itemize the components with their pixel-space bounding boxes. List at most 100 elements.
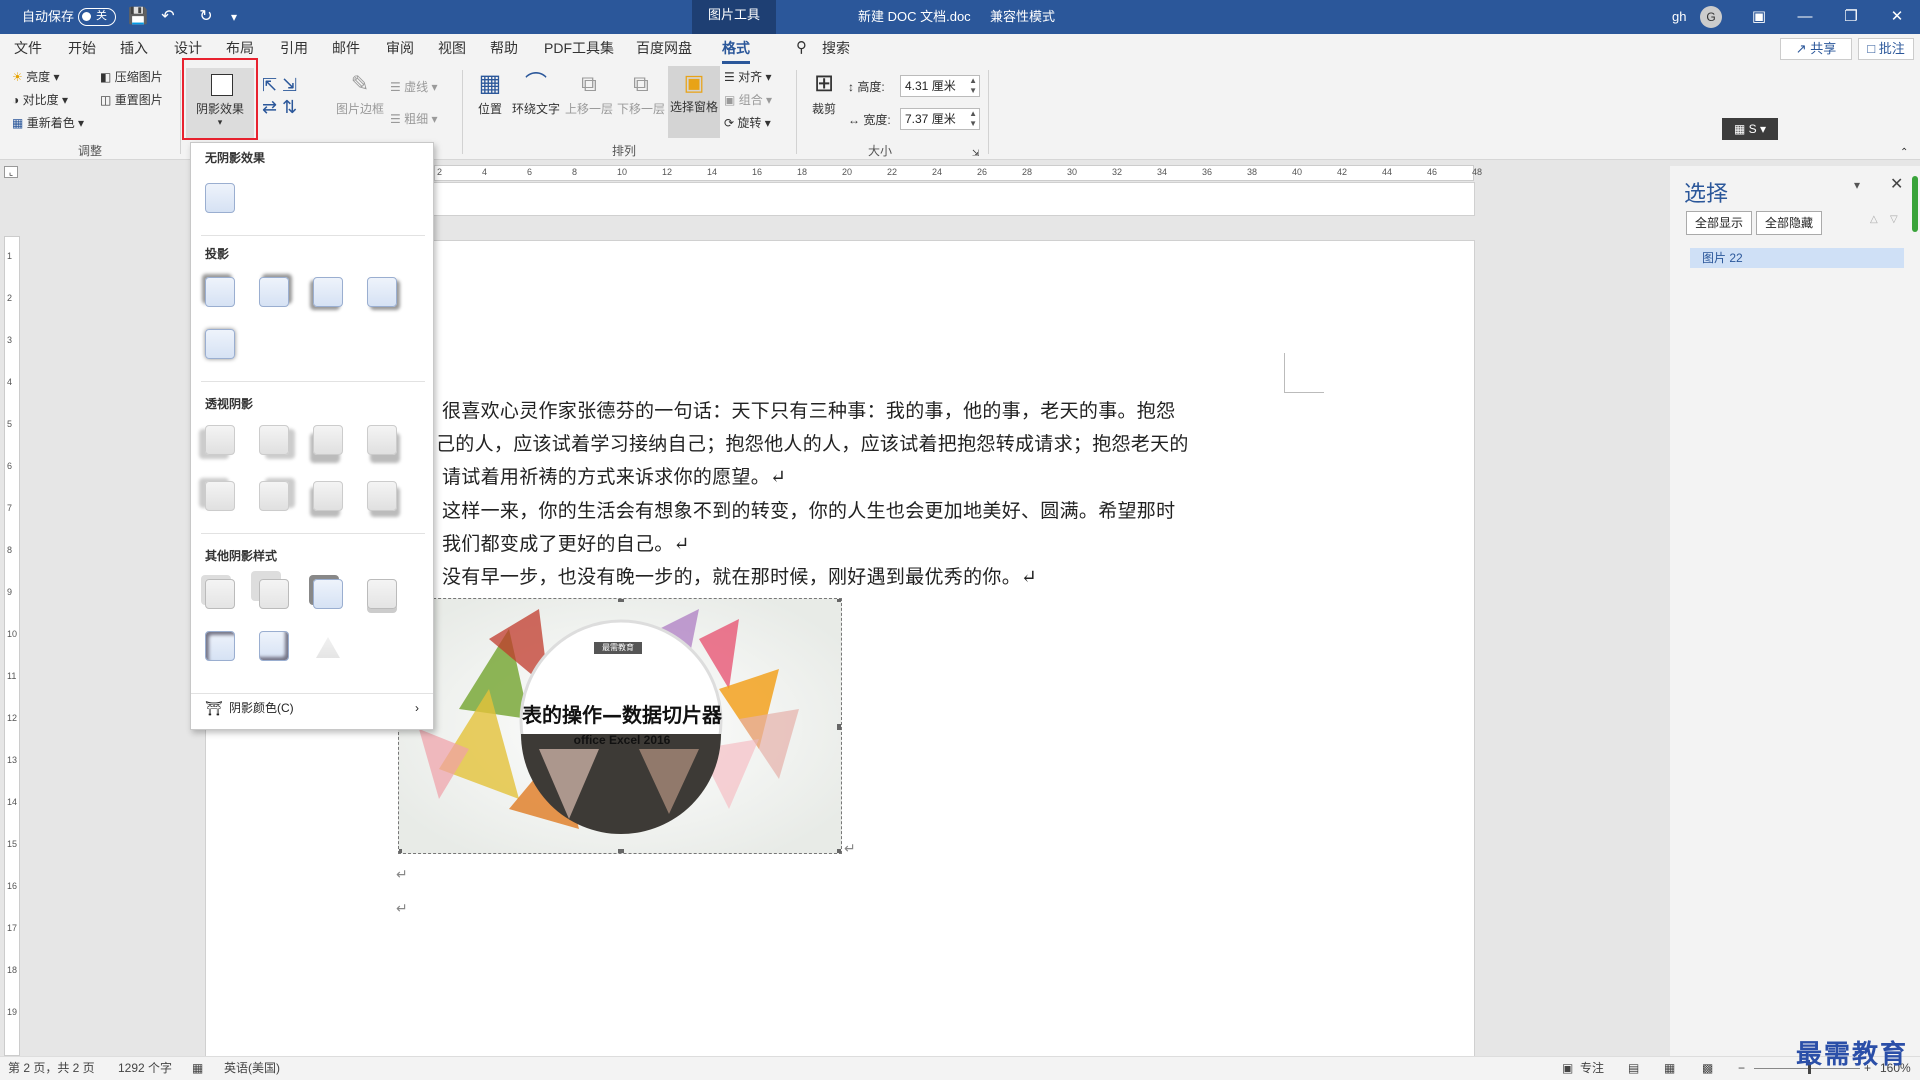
tab-pdf-tools[interactable]: PDF工具集 (544, 34, 614, 64)
width-spinner[interactable]: ▲ ▼ (969, 109, 977, 129)
perspective-shadow-option[interactable] (259, 481, 289, 511)
resize-handle[interactable] (399, 849, 402, 853)
tab-view[interactable]: 视图 (438, 34, 466, 64)
shadow-color-menu-item[interactable]: ⛩ 阴影颜色(C) › (191, 693, 433, 721)
tab-format[interactable]: 格式 (722, 34, 750, 64)
print-layout-icon[interactable]: ▦ (1664, 1057, 1675, 1080)
read-mode-icon[interactable]: ▤ (1628, 1057, 1639, 1080)
search-icon[interactable]: ⚲ (796, 34, 807, 64)
proofing-icon[interactable]: ▦ (192, 1057, 203, 1080)
rotate-button[interactable]: ⟳ 旋转 ▾ (724, 114, 771, 132)
scrollbar-thumb[interactable] (1912, 176, 1918, 232)
tab-selector[interactable]: ⌞ (4, 166, 18, 178)
tab-review[interactable]: 审阅 (386, 34, 414, 64)
paragraph-line[interactable]: 我们都变成了更好的自己。↵ (442, 529, 690, 556)
collapse-ribbon-icon[interactable]: ⌃ (1900, 144, 1908, 162)
height-input[interactable]: 4.31 厘米 ▲ ▼ (900, 75, 980, 97)
drop-shadow-option[interactable] (367, 277, 397, 307)
weight-button[interactable]: ☰ 粗细 ▾ (390, 110, 437, 128)
no-shadow-option[interactable] (205, 183, 235, 213)
save-icon[interactable]: 💾 (128, 7, 148, 27)
send-backward-button[interactable]: ⧉ 下移一层 (616, 68, 666, 117)
autosave-toggle[interactable]: 关 (78, 8, 116, 26)
redo-icon[interactable]: ↻ (196, 7, 216, 27)
search-label[interactable]: 搜索 (822, 34, 850, 64)
other-shadow-option[interactable] (259, 631, 289, 661)
paragraph-line[interactable]: 这样一来，你的生活会有想象不到的转变，你的人生也会更加地美好、圆满。希望那时 (442, 496, 1175, 523)
picture-border-button[interactable]: ✎ 图片边框 (334, 68, 386, 117)
perspective-shadow-option[interactable] (313, 481, 343, 511)
share-button[interactable]: ↗ 共享 (1780, 38, 1852, 60)
selection-pane-item[interactable]: 图片 22 (1690, 248, 1904, 268)
tab-help[interactable]: 帮助 (490, 34, 518, 64)
other-shadow-option[interactable] (313, 579, 343, 609)
other-shadow-option[interactable] (259, 579, 289, 609)
zoom-out-icon[interactable]: − (1738, 1057, 1745, 1080)
brightness-button[interactable]: ☀ 亮度 ▾ (12, 68, 59, 86)
addin-icon[interactable]: ▦ S ▾ (1722, 118, 1778, 140)
word-count[interactable]: 1292 个字 (118, 1057, 172, 1080)
user-name[interactable]: gh (1672, 0, 1686, 34)
width-input[interactable]: 7.37 厘米 ▲ ▼ (900, 108, 980, 130)
comment-button[interactable]: □ 批注 (1858, 38, 1914, 60)
undo-icon[interactable]: ↶ (158, 7, 178, 27)
avatar[interactable]: G (1700, 6, 1722, 28)
ribbon-display-icon[interactable]: ▣ (1736, 0, 1782, 34)
other-shadow-option[interactable] (205, 579, 235, 609)
selected-picture[interactable]: 最需教育 表的操作—数据切片器 office Excel 2016 (398, 598, 842, 854)
resize-handle[interactable] (837, 849, 841, 853)
perspective-shadow-option[interactable] (205, 481, 235, 511)
wrap-text-button[interactable]: ⌒ 环绕文字 (510, 68, 562, 117)
horizontal-ruler[interactable]: 2 4 6 8 10 12 14 16 18 20 22 24 26 28 30 32 34 36 38 40 42 44… (434, 165, 1482, 181)
perspective-shadow-option[interactable] (205, 425, 235, 455)
close-icon[interactable]: ✕ (1874, 0, 1920, 34)
contrast-button[interactable]: ◑ 对比度 ▾ (12, 91, 68, 109)
language[interactable]: 英语(美国) (224, 1057, 280, 1080)
group-button[interactable]: ▣ 组合 ▾ (724, 91, 772, 109)
hide-all-button[interactable]: 全部隐藏 (1756, 211, 1822, 235)
paragraph-line[interactable]: 请试着用祈祷的方式来诉求你的愿望。↵ (442, 462, 786, 489)
tab-mailings[interactable]: 邮件 (332, 34, 360, 64)
perspective-shadow-option[interactable] (259, 425, 289, 455)
perspective-shadow-option[interactable] (367, 481, 397, 511)
compress-picture-button[interactable]: ◧ 压缩图片 (100, 68, 163, 86)
paragraph-line[interactable]: 很喜欢心灵作家张德芬的一句话：天下只有三种事：我的事，他的事，老天的事。抱怨 (442, 396, 1175, 423)
customize-qat-icon[interactable]: ▾ (224, 7, 244, 27)
paragraph-line[interactable]: 己的人，应该试着学习接纳自己；抱怨他人的人，应该试着把抱怨转成请求；抱怨老天的 (436, 429, 1189, 456)
dashes-button[interactable]: ☰ 虚线 ▾ (390, 78, 437, 96)
perspective-shadow-option[interactable] (313, 425, 343, 455)
resize-handle[interactable] (618, 599, 624, 602)
other-shadow-option[interactable] (367, 579, 397, 609)
vertical-ruler[interactable]: 1 2 3 4 5 6 7 8 9 10 11 12 13 14 15 16 17 18 19 (4, 236, 20, 1056)
perspective-shadow-option[interactable] (367, 425, 397, 455)
recolor-button[interactable]: ▦ 重新着色 ▾ (12, 114, 84, 132)
selection-pane-button[interactable]: ▣ 选择窗格 (668, 66, 720, 138)
resize-handle[interactable] (618, 849, 624, 853)
show-all-button[interactable]: 全部显示 (1686, 211, 1752, 235)
move-up-icon[interactable]: △ (1870, 214, 1878, 225)
restore-icon[interactable]: ❐ (1828, 0, 1874, 34)
drop-shadow-option[interactable] (205, 277, 235, 307)
move-down-icon[interactable]: ▽ (1890, 214, 1898, 225)
other-shadow-option[interactable] (316, 637, 340, 658)
tab-insert[interactable]: 插入 (120, 34, 148, 64)
align-button[interactable]: ☰ 对齐 ▾ (724, 68, 771, 86)
focus-mode[interactable]: 专注 (1580, 1057, 1604, 1080)
bring-forward-button[interactable]: ⧉ 上移一层 (564, 68, 614, 117)
page-count[interactable]: 第 2 页，共 2 页 (8, 1057, 95, 1080)
drop-shadow-option[interactable] (205, 329, 235, 359)
drop-shadow-option[interactable] (313, 277, 343, 307)
paragraph-line[interactable]: 没有早一步，也没有晚一步的，就在那时候，刚好遇到最优秀的你。↵ (442, 562, 1037, 589)
reset-picture-button[interactable]: ◫ 重置图片 (100, 91, 163, 109)
resize-handle[interactable] (837, 724, 841, 730)
drop-shadow-option[interactable] (259, 277, 289, 307)
tab-references[interactable]: 引用 (280, 34, 308, 64)
resize-handle[interactable] (837, 599, 841, 602)
minimize-icon[interactable]: — (1782, 0, 1828, 34)
pane-close-icon[interactable]: ✕ (1890, 174, 1903, 194)
tab-baidu-netdisk[interactable]: 百度网盘 (636, 34, 692, 64)
focus-icon[interactable]: ▣ (1562, 1057, 1573, 1080)
web-layout-icon[interactable]: ▩ (1702, 1057, 1713, 1080)
other-shadow-option[interactable] (205, 631, 235, 661)
pane-options-icon[interactable]: ▾ (1854, 178, 1860, 192)
